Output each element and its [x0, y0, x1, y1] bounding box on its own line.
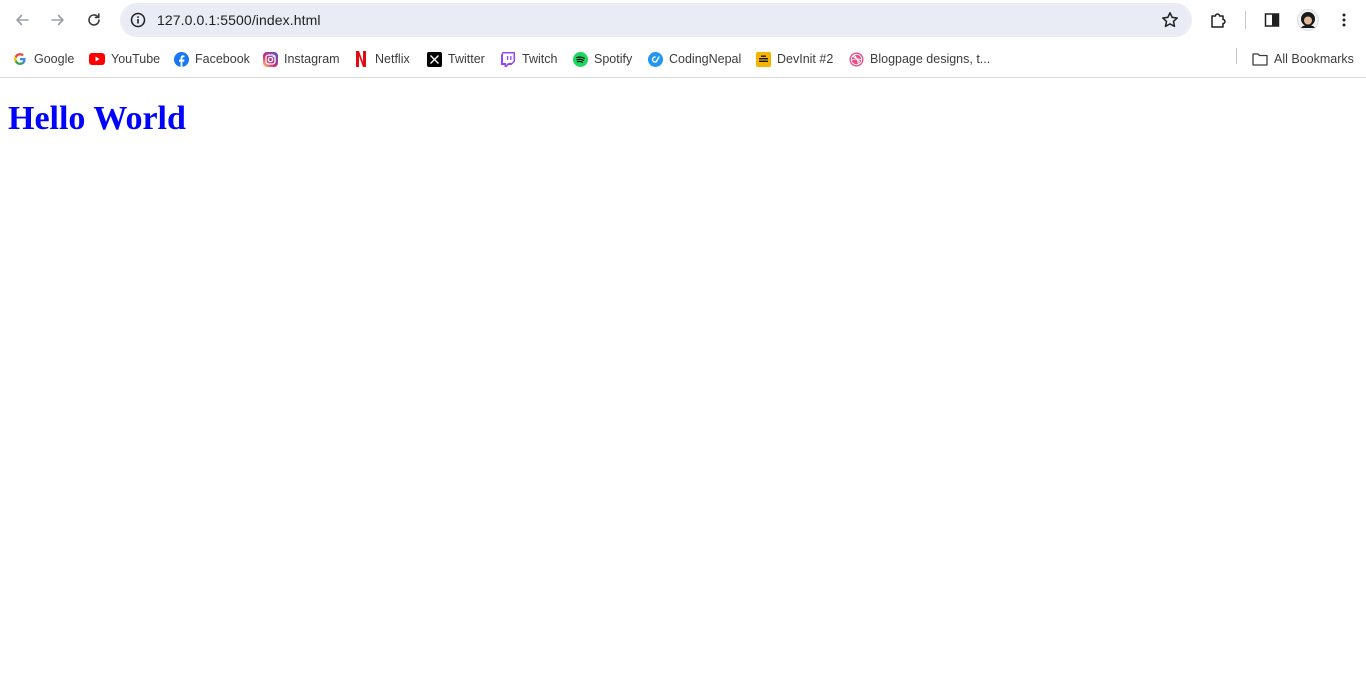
page-content: Hello World	[0, 78, 1366, 685]
extensions-button[interactable]	[1204, 6, 1232, 34]
bookmark-codingnepal[interactable]: CodingNepal	[647, 49, 741, 69]
back-button[interactable]	[8, 6, 36, 34]
reload-button[interactable]	[80, 6, 108, 34]
bookmark-label: Netflix	[375, 52, 410, 66]
instagram-icon	[262, 51, 278, 67]
page-heading: Hello World	[8, 100, 186, 137]
all-bookmarks-label: All Bookmarks	[1274, 52, 1354, 66]
twitter-x-icon	[426, 51, 442, 67]
bookmark-label: Blogpage designs, t...	[870, 52, 991, 66]
bookmark-label: Twitch	[522, 52, 558, 66]
kebab-menu-icon	[1342, 13, 1346, 27]
puzzle-icon	[1211, 13, 1226, 28]
bookmark-twitter[interactable]: Twitter	[426, 49, 485, 69]
forward-button[interactable]	[44, 6, 72, 34]
side-panel-button[interactable]	[1258, 6, 1286, 34]
bookmark-label: YouTube	[111, 52, 161, 66]
arrow-left-icon	[16, 14, 29, 26]
toolbar-divider	[1245, 11, 1246, 29]
side-panel-icon	[1264, 13, 1280, 27]
bookmark-twitch[interactable]: Twitch	[500, 49, 557, 69]
bookmark-facebook[interactable]: Facebook	[173, 49, 250, 69]
bookmark-google[interactable]: Google	[12, 49, 74, 69]
youtube-icon	[89, 51, 105, 67]
reload-icon	[88, 13, 100, 26]
site-info-icon[interactable]	[128, 10, 148, 30]
bookmark-label: Spotify	[594, 52, 633, 66]
bookmark-label: Facebook	[195, 52, 250, 66]
bookmark-netflix[interactable]: Netflix	[353, 49, 410, 69]
avatar-icon	[1297, 9, 1319, 31]
bookmark-spotify[interactable]: Spotify	[572, 49, 632, 69]
bookmark-label: Google	[34, 52, 75, 66]
twitch-icon	[500, 51, 516, 67]
bookmarks-bar: Google YouTube Facebook Instagram Netfli…	[0, 40, 1366, 78]
dribbble-icon	[848, 51, 864, 67]
all-bookmarks-button[interactable]: All Bookmarks	[1252, 49, 1354, 69]
address-bar[interactable]: 127.0.0.1:5500/index.html	[120, 3, 1192, 37]
bookmark-label: Instagram	[284, 52, 340, 66]
bookmark-label: Twitter	[448, 52, 485, 66]
codingnepal-icon	[647, 51, 663, 67]
bookmark-label: DevInit #2	[777, 52, 834, 66]
arrow-right-icon	[51, 14, 64, 26]
bookmark-blogpage-designs[interactable]: Blogpage designs, t...	[848, 49, 990, 69]
bookmark-youtube[interactable]: YouTube	[89, 49, 160, 69]
menu-button[interactable]	[1330, 6, 1358, 34]
bookmarks-divider	[1236, 48, 1237, 64]
bookmark-devinit[interactable]: DevInit #2	[755, 49, 833, 69]
google-icon	[12, 51, 28, 67]
browser-toolbar: 127.0.0.1:5500/index.html	[0, 0, 1366, 40]
devinit-icon	[755, 51, 771, 67]
bookmark-instagram[interactable]: Instagram	[262, 49, 340, 69]
profile-avatar[interactable]	[1294, 6, 1322, 34]
url-text[interactable]: 127.0.0.1:5500/index.html	[157, 3, 321, 37]
facebook-icon	[173, 51, 189, 67]
spotify-icon	[572, 51, 588, 67]
browser-chrome: 127.0.0.1:5500/index.html Google YouTube…	[0, 0, 1366, 78]
bookmark-label: CodingNepal	[669, 52, 742, 66]
netflix-icon	[353, 51, 369, 67]
bookmark-star-icon[interactable]	[1160, 10, 1180, 30]
folder-icon	[1252, 51, 1268, 67]
